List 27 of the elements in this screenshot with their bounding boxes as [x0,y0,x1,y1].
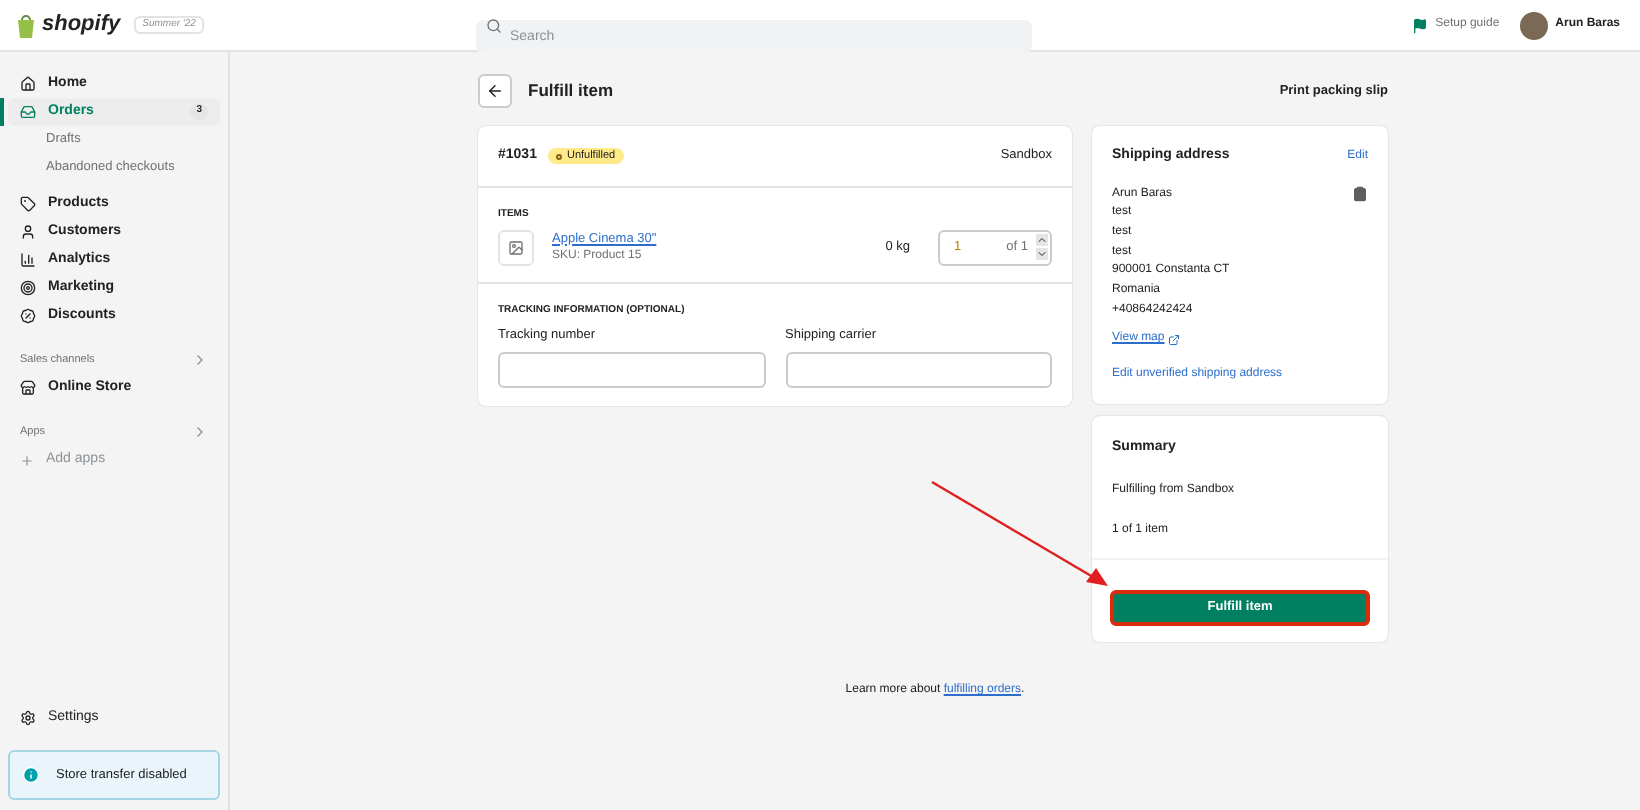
chevron-right-icon[interactable] [192,424,208,440]
external-link-icon [1168,333,1181,346]
arrow-left-icon [486,82,504,100]
image-placeholder [498,229,534,266]
decrement-icon[interactable] [1036,248,1048,261]
increment-icon[interactable] [1036,234,1048,247]
search-icon [486,17,502,33]
inbox-icon [20,104,36,120]
store-icon [20,380,36,396]
plus-icon [20,453,34,467]
home-icon [20,76,36,92]
flag-icon [1411,17,1428,33]
info-icon [22,766,40,784]
chevron-right-icon[interactable] [192,352,208,368]
tag-icon [20,196,36,212]
shopping-bag-icon [16,13,36,37]
clipboard-icon[interactable] [1352,185,1368,201]
page-title: Fulfill item [528,78,613,104]
back-button[interactable] [478,74,512,108]
person-icon [20,224,36,240]
logo-text: shopify [42,10,121,41]
gear-icon [20,710,36,726]
target-icon [20,280,36,296]
discount-icon [20,308,36,324]
tracking-number-field[interactable] [498,351,765,387]
bar-chart-icon [20,252,36,268]
shipping-carrier-field[interactable] [785,351,1052,387]
